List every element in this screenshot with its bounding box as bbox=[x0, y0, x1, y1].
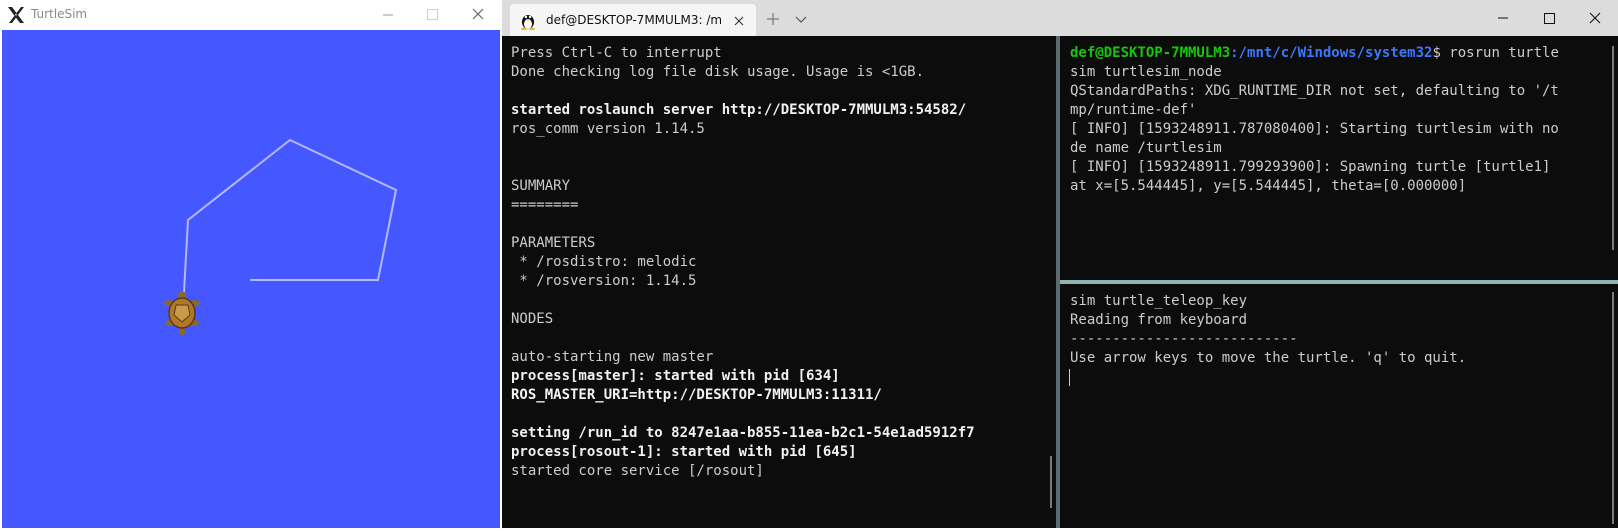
terminal-line: [ INFO] [1593248911.799293900]: Spawning… bbox=[1070, 159, 1551, 175]
terminal-line: PARAMETERS bbox=[511, 235, 596, 251]
terminal-line: [ INFO] [1593248911.787080400]: Starting… bbox=[1070, 121, 1559, 137]
terminal-line: setting /run_id to 8247e1aa-b855-11ea-b2… bbox=[511, 425, 975, 441]
terminal-line: Done checking log file disk usage. Usage… bbox=[511, 64, 925, 80]
chevron-down-icon[interactable] bbox=[788, 6, 814, 30]
terminal-window: def@DESKTOP-7MMULM3: /mr Press Ctrl-C to… bbox=[502, 0, 1618, 528]
terminal-line: Reading from keyboard bbox=[1070, 312, 1248, 328]
terminal-line: started core service [/rosout] bbox=[511, 463, 764, 479]
scrollbar-top-right-pane[interactable] bbox=[1612, 46, 1614, 250]
terminal-line: started roslaunch server http://DESKTOP-… bbox=[511, 102, 967, 118]
close-icon[interactable] bbox=[728, 10, 750, 32]
maximize-icon[interactable] bbox=[1526, 0, 1572, 36]
close-icon[interactable] bbox=[456, 0, 500, 30]
terminal-line: NODES bbox=[511, 311, 554, 327]
terminal-line: * /rosdistro: melodic bbox=[511, 254, 697, 270]
turtle-path bbox=[164, 138, 398, 336]
terminal-line: ros_comm version 1.14.5 bbox=[511, 121, 705, 137]
terminal-pane-roscore[interactable]: Press Ctrl-C to interrupt Done checking … bbox=[502, 36, 1056, 528]
turtle-icon bbox=[164, 291, 200, 336]
terminal-line: auto-starting new master bbox=[511, 349, 714, 365]
scrollbar-left-pane[interactable] bbox=[1050, 456, 1052, 508]
terminal-line: SUMMARY bbox=[511, 178, 571, 194]
turtlesim-titlebar[interactable]: TurtleSim bbox=[0, 0, 502, 30]
minimize-icon[interactable] bbox=[366, 0, 410, 30]
terminal-pane-turtlesim-node[interactable]: def@DESKTOP-7MMULM3:/mnt/c/Windows/syste… bbox=[1060, 36, 1618, 280]
tab-title: def@DESKTOP-7MMULM3: /mr bbox=[546, 13, 721, 27]
text-cursor bbox=[1069, 369, 1070, 386]
prompt-path: :/mnt/c/Windows/system32 bbox=[1230, 45, 1433, 61]
roscore-output: Press Ctrl-C to interrupt Done checking … bbox=[511, 44, 975, 481]
scrollbar-bottom-right-pane[interactable] bbox=[1612, 292, 1614, 524]
terminal-pane-teleop[interactable]: sim turtle_teleop_key Reading from keybo… bbox=[1060, 284, 1618, 528]
terminal-line: mp/runtime-def' bbox=[1070, 102, 1197, 118]
terminal-line: Press Ctrl-C to interrupt bbox=[511, 45, 722, 61]
terminal-line: process[rosout-1]: started with pid [645… bbox=[511, 444, 857, 460]
turtlesim-canvas bbox=[2, 30, 500, 528]
terminal-line: sim turtlesim_node bbox=[1070, 64, 1222, 80]
maximize-icon[interactable] bbox=[410, 0, 454, 30]
terminal-tab[interactable]: def@DESKTOP-7MMULM3: /mr bbox=[510, 4, 756, 36]
turtlesim-window: TurtleSim bbox=[0, 0, 502, 528]
window-title: TurtleSim bbox=[31, 7, 88, 21]
close-icon[interactable] bbox=[1572, 0, 1618, 36]
terminal-line: process[master]: started with pid [634] bbox=[511, 368, 840, 384]
minimize-icon[interactable] bbox=[1480, 0, 1526, 36]
terminal-line: --------------------------- bbox=[1070, 331, 1298, 347]
x11-logo-icon bbox=[8, 7, 24, 23]
terminal-line: ======== bbox=[511, 197, 579, 213]
turtlesim-node-log: sim turtlesim_node QStandardPaths: XDG_R… bbox=[1070, 64, 1559, 194]
terminal-line: de name /turtlesim bbox=[1070, 140, 1222, 156]
prompt-user: def@DESKTOP-7MMULM3 bbox=[1070, 45, 1231, 61]
tab-bar: def@DESKTOP-7MMULM3: /mr bbox=[502, 0, 1618, 36]
prompt-command: $ rosrun turtle bbox=[1432, 45, 1559, 61]
new-tab-plus-icon[interactable] bbox=[760, 6, 786, 30]
terminal-line: at x=[5.544445], y=[5.544445], theta=[0.… bbox=[1070, 178, 1467, 194]
terminal-line: Use arrow keys to move the turtle. 'q' t… bbox=[1070, 350, 1467, 366]
terminal-line: ROS_MASTER_URI=http://DESKTOP-7MMULM3:11… bbox=[511, 387, 882, 403]
terminal-line: sim turtle_teleop_key bbox=[1070, 293, 1248, 309]
terminal-line: * /rosversion: 1.14.5 bbox=[511, 273, 697, 289]
linux-penguin-icon bbox=[521, 15, 535, 30]
teleop-output: sim turtle_teleop_key Reading from keybo… bbox=[1070, 292, 1466, 368]
turtlesim-node-output: def@DESKTOP-7MMULM3:/mnt/c/Windows/syste… bbox=[1070, 44, 1559, 196]
terminal-line: QStandardPaths: XDG_RUNTIME_DIR not set,… bbox=[1070, 83, 1559, 99]
